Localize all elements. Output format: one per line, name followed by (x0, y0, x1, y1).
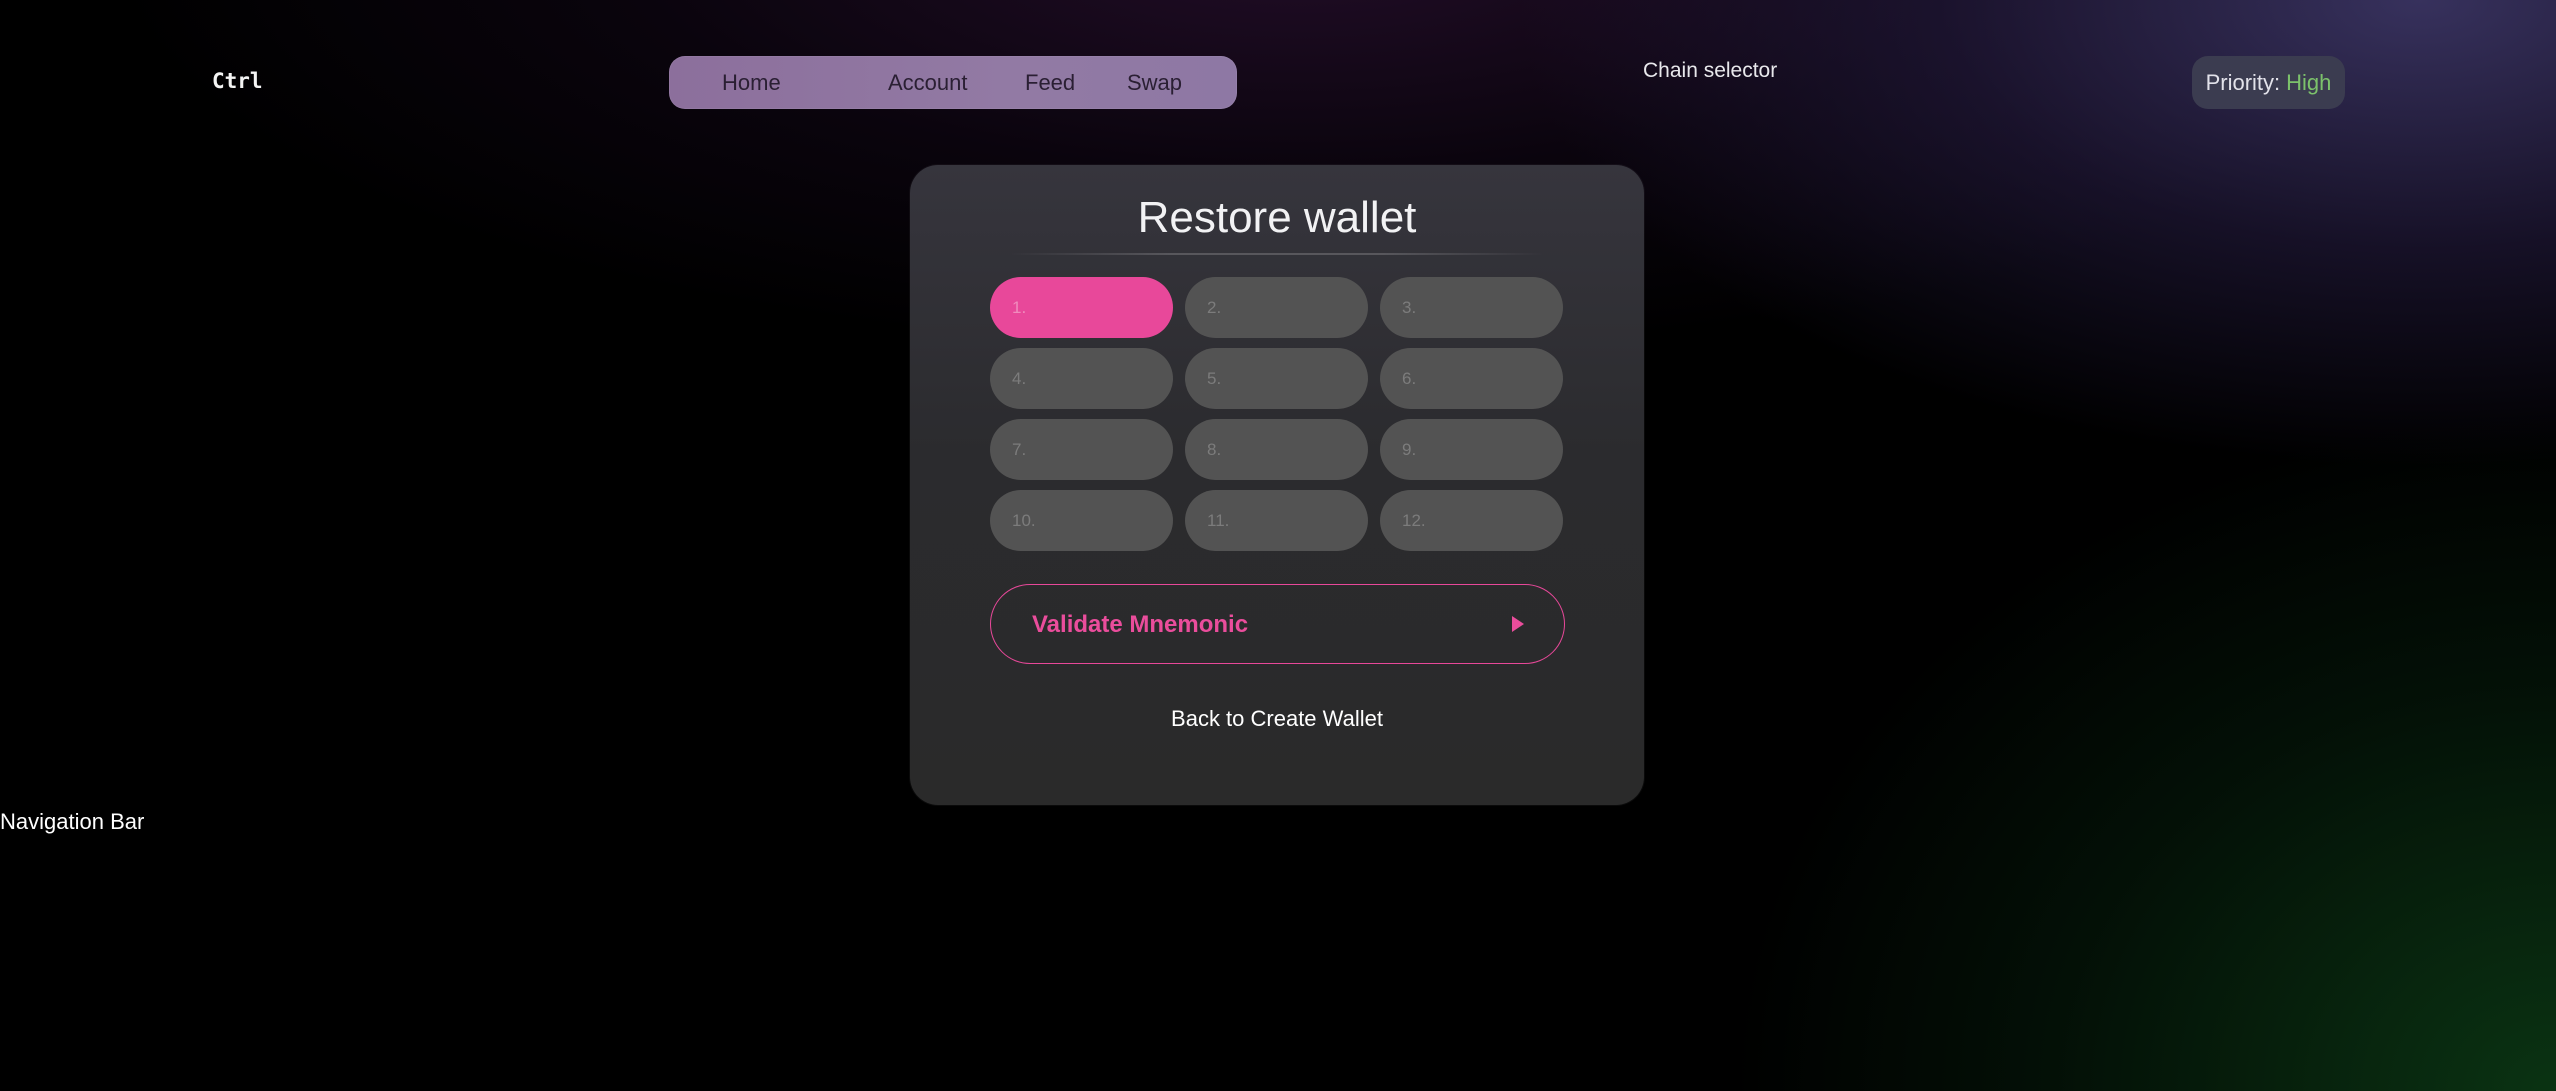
mnemonic-word-input-1[interactable] (990, 277, 1173, 338)
mnemonic-word-input-2[interactable] (1185, 277, 1368, 338)
card-title: Restore wallet (1137, 193, 1417, 242)
validate-mnemonic-label: Validate Mnemonic (1032, 611, 1249, 638)
nav-swap-link[interactable]: Swap (1127, 70, 1182, 96)
mnemonic-word-input-7[interactable] (990, 419, 1173, 480)
nav-home-link[interactable]: Home (722, 70, 781, 96)
app-logo[interactable]: Ctrl (212, 69, 263, 93)
priority-value: High (2286, 69, 2332, 95)
mnemonic-word-input-6[interactable] (1380, 348, 1563, 409)
main-nav: Home Account Feed Swap (669, 56, 1237, 109)
restore-wallet-card: Restore wallet Validate Mnemonic Back to… (910, 165, 1644, 805)
nav-feed-link[interactable]: Feed (1025, 70, 1075, 96)
mnemonic-word-grid (990, 277, 1563, 551)
mnemonic-word-input-9[interactable] (1380, 419, 1563, 480)
validate-mnemonic-button[interactable]: Validate Mnemonic (990, 584, 1565, 664)
mnemonic-word-input-4[interactable] (990, 348, 1173, 409)
navigation-bar-label: Navigation Bar (0, 809, 145, 834)
mnemonic-word-input-10[interactable] (990, 490, 1173, 551)
title-divider (1010, 253, 1544, 255)
mnemonic-word-input-12[interactable] (1380, 490, 1563, 551)
mnemonic-word-input-11[interactable] (1185, 490, 1368, 551)
mnemonic-word-input-3[interactable] (1380, 277, 1563, 338)
nav-account-link[interactable]: Account (888, 70, 968, 96)
priority-label: Priority: (2205, 69, 2281, 95)
play-arrow-icon (1512, 616, 1524, 632)
mnemonic-word-input-8[interactable] (1185, 419, 1368, 480)
chain-selector[interactable]: Chain selector (1643, 59, 1777, 83)
mnemonic-word-input-5[interactable] (1185, 348, 1368, 409)
priority-button[interactable]: Priority: High (2192, 56, 2345, 109)
back-to-create-wallet-link[interactable]: Back to Create Wallet (910, 706, 1644, 732)
